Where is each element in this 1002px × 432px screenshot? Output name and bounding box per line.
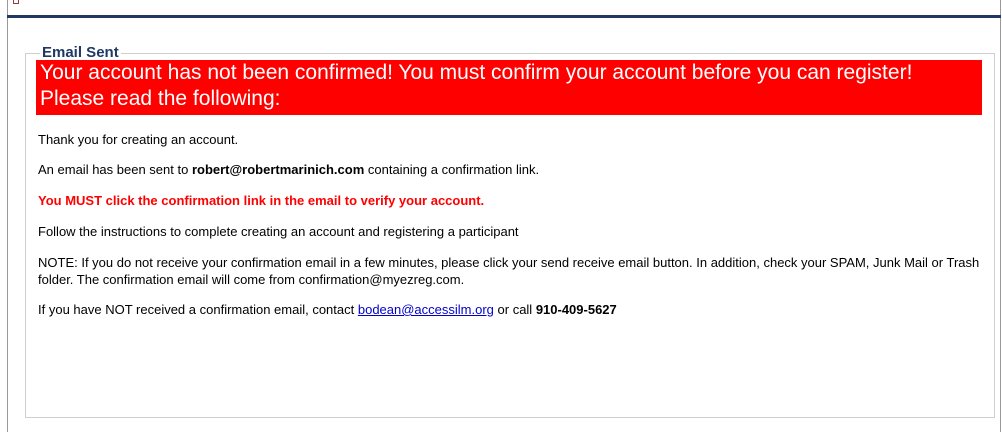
unconfirmed-alert-banner: Your account has not been confirmed! You… xyxy=(36,60,982,115)
page: Email Sent Your account has not been con… xyxy=(0,0,1002,432)
contact-prefix: If you have NOT received a confirmation … xyxy=(38,302,358,317)
email-sent-prefix: An email has been sent to xyxy=(38,162,192,177)
contact-message: If you have NOT received a confirmation … xyxy=(34,301,982,318)
contact-email-link[interactable]: bodean@accessilm.org xyxy=(358,302,494,317)
instructions-message: Follow the instructions to complete crea… xyxy=(38,224,519,239)
top-edge-fragment xyxy=(13,0,19,4)
header-divider xyxy=(7,15,1001,18)
email-sent-suffix: containing a confirmation link. xyxy=(364,162,540,177)
thanks-message: Thank you for creating an account. xyxy=(38,132,239,147)
contact-phone: 910-409-5627 xyxy=(535,302,617,317)
frame-left-border xyxy=(7,0,8,432)
recipient-email: robert@robertmarinich.com xyxy=(191,162,365,177)
email-sent-message: An email has been sent to robert@robertm… xyxy=(34,161,982,178)
contact-middle: or call xyxy=(493,302,536,317)
note-message: NOTE: If you do not receive your confirm… xyxy=(38,255,980,287)
must-click-warning: You MUST click the confirmation link in … xyxy=(38,193,485,208)
frame-right-border xyxy=(1000,0,1001,432)
email-sent-panel: Email Sent Your account has not been con… xyxy=(25,44,995,418)
